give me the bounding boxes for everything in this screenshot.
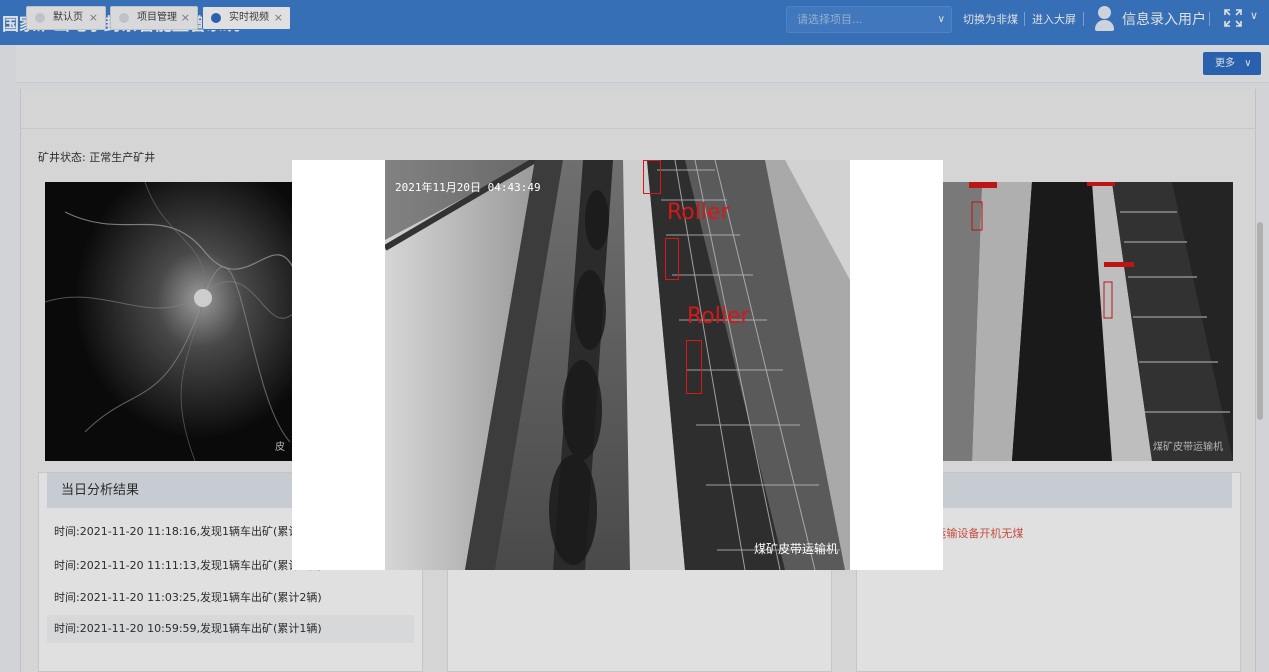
modal-video-player[interactable]: 2021年11月20日 04:43:49 Roller Roller 煤矿皮带运… bbox=[385, 160, 850, 570]
camera-label: 煤矿皮带运输机 bbox=[753, 542, 838, 556]
detection-label: Roller bbox=[667, 200, 730, 225]
video-modal: 2021年11月20日 04:43:49 Roller Roller 煤矿皮带运… bbox=[292, 160, 943, 570]
detection-label: Roller bbox=[687, 304, 750, 329]
detection-box bbox=[665, 238, 679, 280]
detection-box bbox=[643, 160, 661, 194]
detection-box bbox=[686, 340, 702, 394]
conveyor-video-frame bbox=[385, 160, 850, 570]
video-timestamp: 2021年11月20日 04:43:49 bbox=[395, 181, 541, 194]
